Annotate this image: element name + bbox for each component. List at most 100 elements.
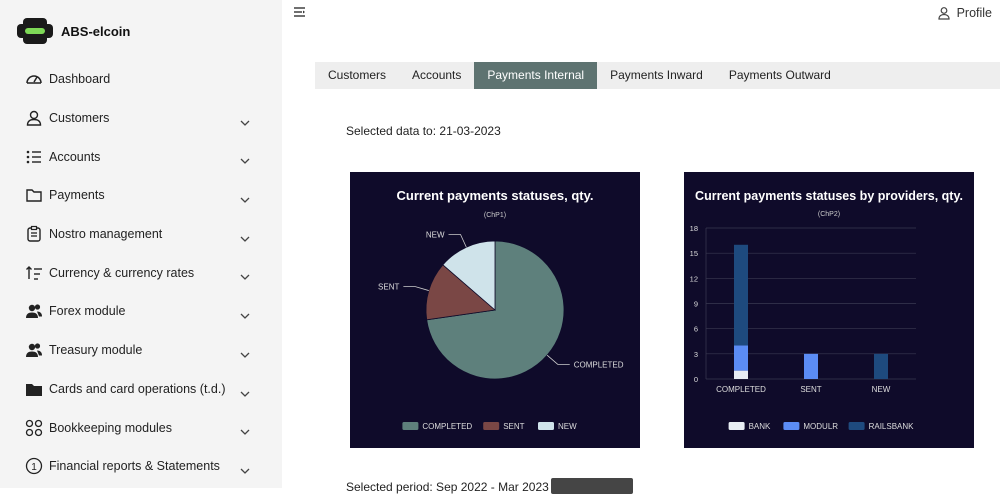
dashboard-icon	[24, 69, 44, 89]
users-icon	[24, 340, 44, 360]
sidebar-item-forex-module[interactable]: Forex module	[20, 292, 255, 331]
y-tick-label: 18	[690, 224, 698, 233]
chart-title: Current payments statuses, qty.	[397, 188, 594, 203]
user-icon	[24, 108, 44, 128]
pie-label: COMPLETED	[574, 360, 624, 369]
users-icon	[24, 301, 44, 321]
chevron-down-icon[interactable]	[239, 271, 251, 283]
tab-accounts[interactable]: Accounts	[399, 62, 474, 89]
sidebar-item-treasury-module[interactable]: Treasury module	[20, 331, 255, 370]
user-icon	[937, 7, 950, 20]
chevron-down-icon[interactable]	[239, 426, 251, 438]
chevron-down-icon[interactable]	[239, 310, 251, 322]
chevron-down-icon[interactable]	[239, 465, 251, 477]
y-tick-label: 9	[694, 300, 698, 309]
folder-icon	[24, 185, 44, 205]
bar-segment-modulr[interactable]	[734, 345, 748, 371]
legend-item[interactable]: MODULR	[783, 422, 838, 431]
sidebar-item-bookkeeping[interactable]: Bookkeeping modules	[20, 408, 255, 447]
profile-button[interactable]: Profile	[937, 6, 992, 20]
chevron-down-icon[interactable]	[239, 349, 251, 361]
tab-payments-internal[interactable]: Payments Internal	[474, 62, 598, 89]
sidebar-item-label: Forex module	[49, 304, 126, 319]
period-filter-button[interactable]	[551, 478, 633, 494]
sidebar-item-label: Cards and card operations (t.d.)	[49, 381, 226, 396]
sort-icon	[24, 263, 44, 283]
legend-swatch	[402, 422, 419, 430]
legend-label: MODULR	[803, 422, 838, 431]
bar-segment-modulr[interactable]	[804, 353, 818, 379]
sidebar: ABS-elcoin Dashboard Customers Accounts	[0, 0, 282, 488]
sidebar-item-label: Treasury module	[49, 343, 143, 358]
legend-label: COMPLETED	[422, 422, 472, 431]
legend-label: RAILSBANK	[869, 422, 915, 431]
tab-customers[interactable]: Customers	[315, 62, 399, 89]
grid-icon	[24, 418, 44, 438]
app-title: ABS-elcoin	[61, 23, 131, 39]
pie-label: NEW	[426, 231, 445, 240]
chart-subtitle: (ChP1)	[484, 212, 506, 219]
pie-label: SENT	[378, 283, 399, 292]
chevron-down-icon[interactable]	[239, 194, 251, 206]
y-tick-label: 0	[694, 375, 698, 384]
profile-label: Profile	[956, 6, 992, 20]
y-tick-label: 3	[694, 350, 698, 359]
sidebar-item-dashboard[interactable]: Dashboard	[20, 60, 255, 99]
sidebar-item-customers[interactable]: Customers	[20, 99, 255, 138]
legend-swatch	[538, 422, 554, 430]
legend-swatch	[783, 422, 800, 430]
legend-swatch	[483, 422, 500, 430]
legend-item[interactable]: COMPLETED	[402, 422, 472, 431]
y-tick-label: 12	[690, 274, 698, 283]
legend-item[interactable]: SENT	[483, 422, 525, 431]
tab-payments-outward[interactable]: Payments Outward	[716, 62, 844, 89]
bar-segment-bank[interactable]	[734, 370, 748, 379]
x-tick-label: NEW	[872, 385, 891, 394]
selected-date: Selected data to: 21-03-2023	[346, 124, 501, 138]
legend-label: BANK	[749, 422, 771, 431]
tab-payments-inward[interactable]: Payments Inward	[597, 62, 716, 89]
chart-subtitle: (ChP2)	[818, 211, 840, 218]
legend-item[interactable]: BANK	[728, 422, 771, 431]
sidebar-item-nostro-management[interactable]: Nostro management	[20, 215, 255, 254]
x-tick-label: COMPLETED	[716, 385, 766, 394]
chart-payments-by-providers: Current payments statuses by providers, …	[684, 172, 974, 448]
sidebar-item-cards[interactable]: Cards and card operations (t.d.)	[20, 370, 255, 409]
sidebar-item-label: Nostro management	[49, 227, 163, 242]
sidebar-item-financial-reports[interactable]: 1 Financial reports & Statements	[20, 447, 255, 486]
list-icon	[24, 147, 44, 167]
chevron-down-icon[interactable]	[239, 233, 251, 245]
x-tick-label: SENT	[800, 385, 821, 394]
info-circle-icon: 1	[24, 456, 44, 476]
sidebar-item-currency[interactable]: Currency & currency rates	[20, 253, 255, 292]
pie-chart: Current payments statuses, qty. (ChP1) C…	[378, 188, 624, 431]
sidebar-item-payments[interactable]: Payments	[20, 176, 255, 215]
sidebar-item-label: Dashboard	[49, 72, 111, 87]
legend-swatch	[728, 422, 745, 430]
logo-icon	[17, 18, 53, 44]
legend-swatch	[848, 422, 865, 430]
legend-item[interactable]: RAILSBANK	[848, 422, 915, 431]
y-tick-label: 15	[690, 249, 698, 258]
clipboard-icon	[24, 224, 44, 244]
sidebar-item-label: Currency & currency rates	[49, 265, 195, 280]
sidebar-item-label: Payments	[49, 188, 105, 203]
sidebar-item-label: Financial reports & Statements	[49, 459, 220, 474]
bar-segment-railsbank[interactable]	[734, 244, 748, 346]
tab-bar: Customers Accounts Payments Internal Pay…	[315, 62, 1000, 89]
legend-label: SENT	[503, 422, 524, 431]
pie-leader-line	[403, 286, 429, 291]
bar-segment-railsbank[interactable]	[874, 353, 888, 379]
logo[interactable]: ABS-elcoin	[17, 18, 130, 44]
legend-item[interactable]: NEW	[538, 422, 577, 431]
chevron-down-icon[interactable]	[239, 117, 251, 129]
chevron-down-icon[interactable]	[239, 388, 251, 400]
chevron-down-icon[interactable]	[239, 155, 251, 167]
sidebar-nav: Dashboard Customers Accounts Payments No…	[20, 60, 255, 486]
chart-title: Current payments statuses by providers, …	[695, 189, 963, 203]
sidebar-item-accounts[interactable]: Accounts	[20, 137, 255, 176]
pie-leader-line	[546, 354, 570, 365]
pie-leader-line	[448, 234, 467, 248]
collapse-menu-icon[interactable]	[293, 5, 307, 19]
chart-payments-statuses: Current payments statuses, qty. (ChP1) C…	[350, 172, 640, 448]
